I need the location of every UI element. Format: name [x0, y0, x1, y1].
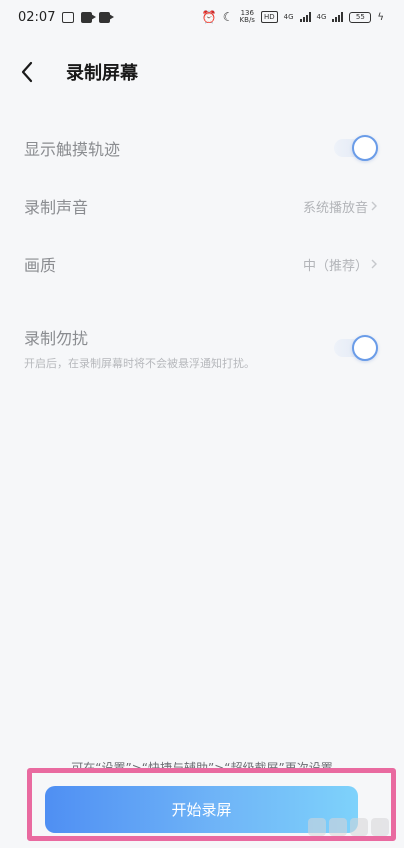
hd-badge-icon: HD — [260, 11, 278, 23]
alarm-icon: ⏰ — [201, 10, 217, 24]
toggle-knob — [352, 135, 378, 161]
network-type-1: 4G — [283, 12, 294, 21]
app-notification-icon — [62, 11, 75, 23]
dnd-toggle[interactable] — [334, 335, 378, 361]
status-time: 02:07 — [18, 9, 56, 25]
back-button[interactable] — [20, 52, 64, 92]
battery-icon: 55 — [349, 11, 372, 23]
chevron-right-icon — [371, 259, 377, 269]
setting-sound[interactable]: 录制声音 系统播放音 — [0, 190, 404, 222]
status-bar-left: 02:07 — [18, 9, 115, 25]
setting-dnd-description: 开启后，在录制屏幕时将不会被悬浮通知打扰。 — [24, 357, 255, 370]
setting-dnd-text: 录制勿扰 开启后，在录制屏幕时将不会被悬浮通知打扰。 — [24, 325, 255, 371]
setting-show-touch-label: 显示触摸轨迹 — [24, 140, 121, 159]
setting-quality-label: 画质 — [24, 256, 57, 275]
chevron-left-icon — [21, 61, 33, 83]
page-title: 录制屏幕 — [66, 63, 138, 84]
chevron-right-icon — [371, 201, 377, 211]
network-type-2: 4G — [316, 12, 327, 21]
show-touch-toggle[interactable] — [334, 135, 378, 161]
setting-quality-value: 中（推荐） — [302, 258, 368, 274]
net-speed: 136 KB/s — [240, 10, 255, 24]
setting-sound-value-wrap: 系统播放音 — [303, 197, 378, 216]
moon-icon: ☾ — [222, 10, 234, 24]
setting-dnd-label: 录制勿扰 — [24, 329, 89, 348]
setting-quality-value-wrap: 中（推荐） — [303, 255, 378, 274]
screen-record-icon — [81, 11, 97, 23]
status-bar: 02:07 ⏰ ☾ 136 KB/s HD 4G 4G 55 ϟ — [0, 0, 404, 34]
setting-sound-label: 录制声音 — [24, 198, 89, 217]
setting-sound-value: 系统播放音 — [302, 200, 368, 216]
status-bar-right: ⏰ ☾ 136 KB/s HD 4G 4G 55 ϟ — [202, 10, 384, 24]
net-speed-unit: KB/s — [239, 16, 255, 24]
signal-icon-1 — [299, 12, 311, 22]
watermark-logo — [308, 818, 389, 836]
toggle-knob — [352, 335, 378, 361]
setting-show-touch[interactable]: 显示触摸轨迹 — [0, 132, 404, 164]
setting-dnd[interactable]: 录制勿扰 开启后，在录制屏幕时将不会被悬浮通知打扰。 — [0, 326, 404, 370]
charging-icon: ϟ — [377, 11, 384, 23]
setting-quality[interactable]: 画质 中（推荐） — [0, 248, 404, 280]
video-call-icon — [99, 11, 115, 23]
signal-icon-2 — [332, 12, 344, 22]
page-header: 录制屏幕 — [0, 52, 404, 92]
